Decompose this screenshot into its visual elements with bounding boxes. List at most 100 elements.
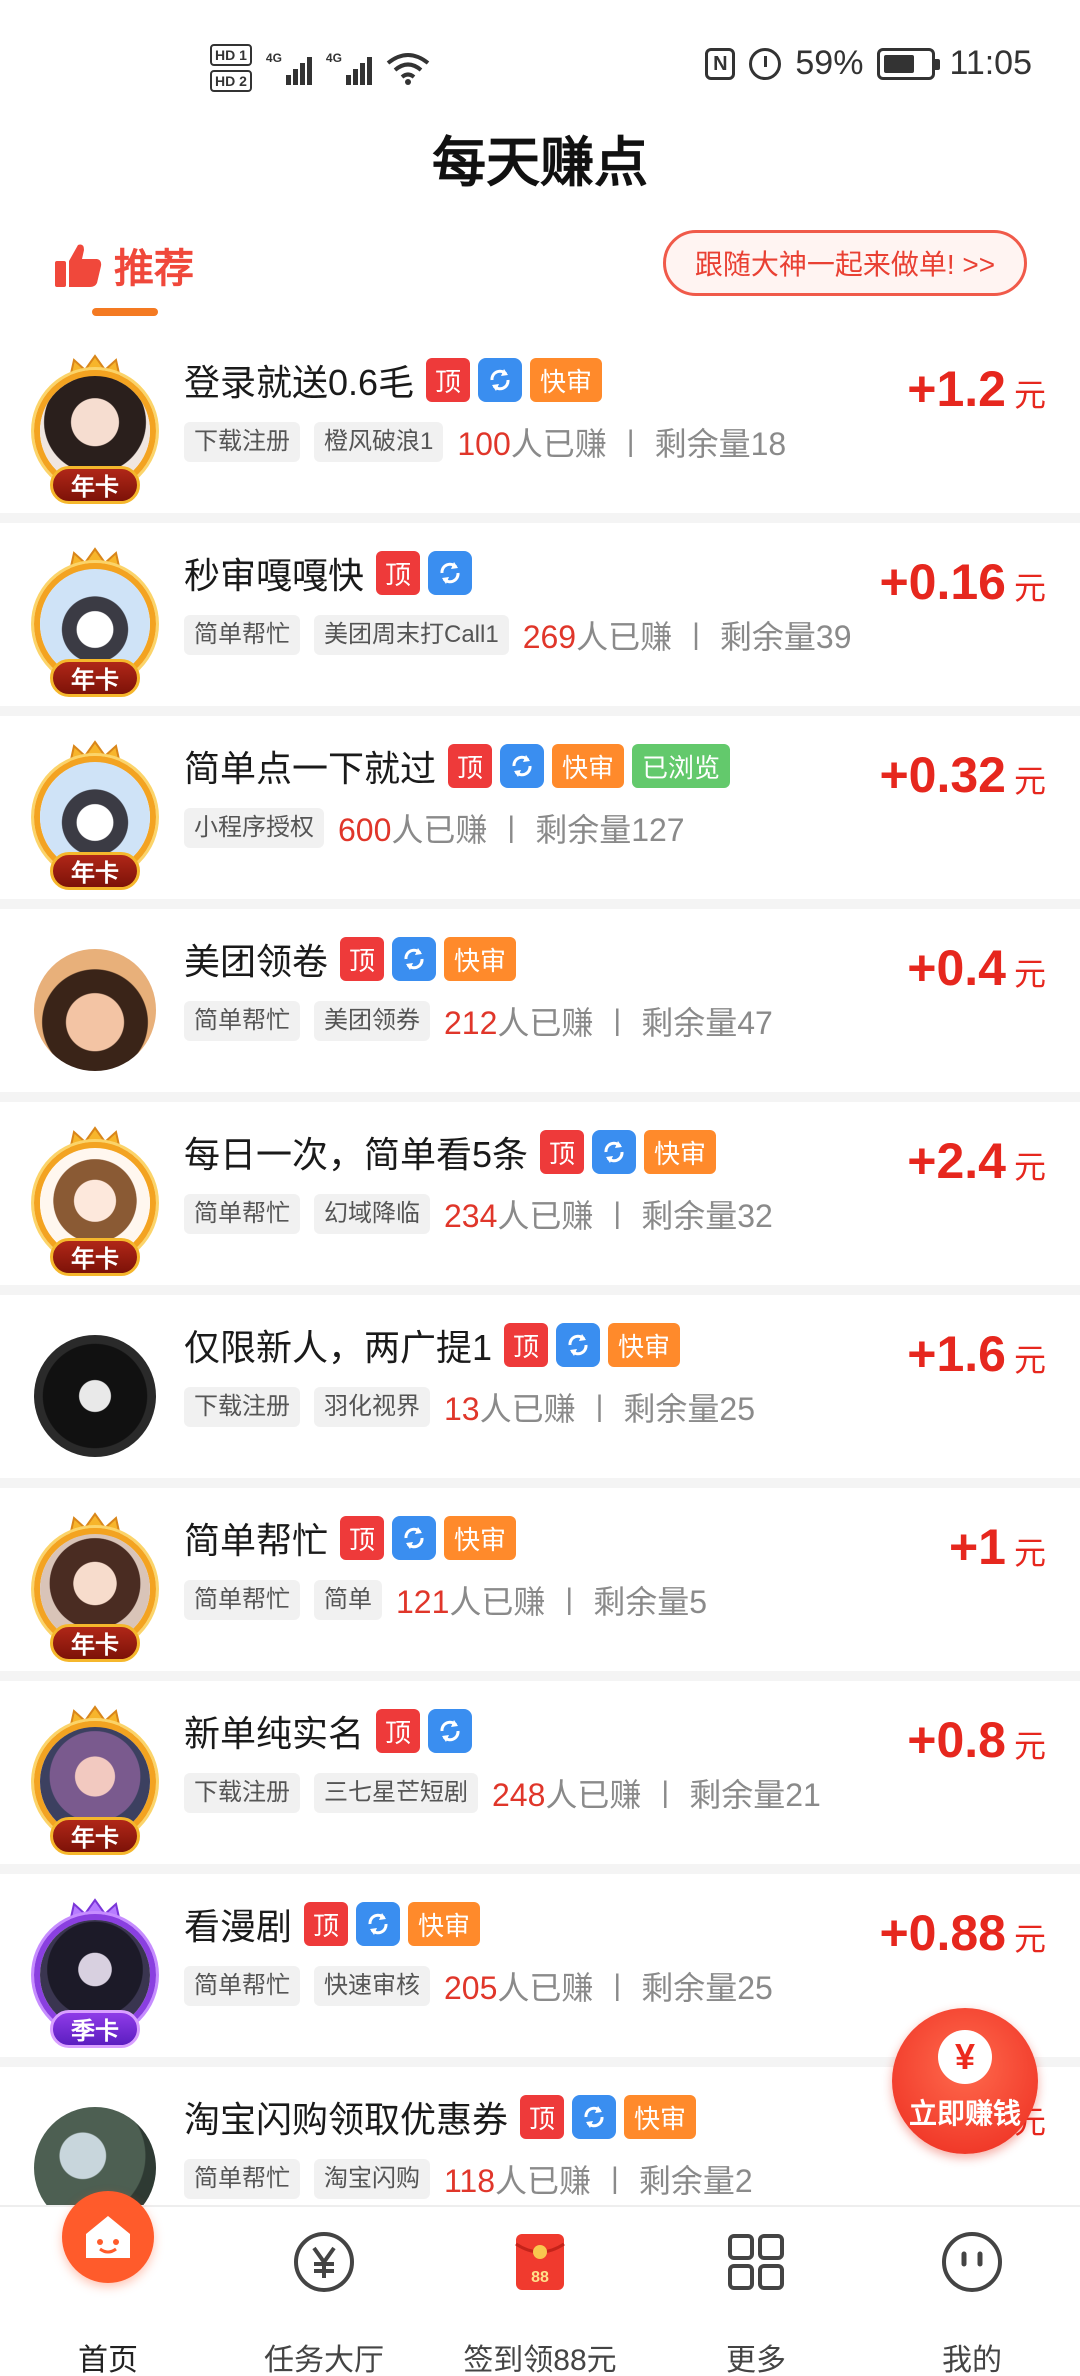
category-chip: 下载注册 [184,422,300,462]
hd2-badge: HD 2 [210,70,252,92]
divider: | [611,2162,619,2195]
task-title: 淘宝闪购领取优惠券 [184,2099,509,2140]
task-row[interactable]: 年卡 每日一次，简单看5条 顶 快审 简单帮忙 幻域降临 234人已赚 | 剩余… [0,1102,1080,1295]
fast-review-tag: 快审 [644,1130,717,1174]
sponsor-chip: 美团领券 [314,1001,430,1041]
top-tag: 顶 [376,551,421,595]
refresh-icon [478,358,523,402]
earned-count: 600人已赚 [338,812,488,848]
top-tag: 顶 [376,1709,421,1753]
sponsor-chip: 幻域降临 [314,1194,430,1234]
remaining-count: 剩余量32 [641,1198,773,1234]
top-tag: 顶 [540,1130,585,1174]
yen-coin-icon: ¥ [938,2030,992,2084]
divider: | [565,1583,574,1616]
category-chip: 简单帮忙 [184,2159,300,2199]
divider: | [507,811,516,844]
avatar [24,937,166,1087]
reward-amount: +0.88 元 [879,1905,1046,1961]
home-icon [62,2191,154,2283]
task-row[interactable]: 年卡 简单点一下就过 顶 快审 已浏览 小程序授权 600人已赚 | 剩余量12… [0,716,1080,909]
task-row[interactable]: 年卡 登录就送0.6毛 顶 快审 下载注册 橙风破浪1 100人已赚 | 剩余量… [0,330,1080,523]
battery-percent: 59% [795,44,864,82]
sponsor-chip: 美团周末打Call1 [314,615,509,655]
remaining-count: 剩余量25 [623,1391,756,1427]
top-tag: 顶 [520,2095,565,2139]
nav-profile[interactable]: 我的 [864,2207,1080,2376]
nav-checkin-label: 签到领88元 [463,2344,617,2376]
avatar: 季卡 [24,1898,166,2052]
page-title: 每天赚点 [432,133,648,193]
task-title: 新单纯实名 [184,1713,365,1754]
refresh-icon [392,1516,437,1560]
task-row[interactable]: 年卡 简单帮忙 顶 快审 简单帮忙 简单 121人已赚 | 剩余量5 +1 元 [0,1488,1080,1681]
nav-checkin[interactable]: 88 签到领88元 [432,2207,648,2376]
task-row[interactable]: 仅限新人，两广提1 顶 快审 下载注册 羽化视界 13人已赚 | 剩余量25 +… [0,1295,1080,1488]
top-tag: 顶 [504,1323,549,1367]
membership-badge: 年卡 [50,1238,140,1276]
yen-coin-icon [289,2227,359,2297]
avatar: 年卡 [24,547,166,701]
fast-review-tag: 快审 [408,1902,481,1946]
nav-task-hall[interactable]: 任务大厅 [216,2207,432,2376]
membership-badge: 年卡 [50,659,140,697]
refresh-icon [572,2095,617,2139]
remaining-count: 剩余量47 [641,1005,773,1041]
red-envelope-icon: 88 [505,2227,575,2297]
membership-badge: 季卡 [50,2010,140,2048]
fast-review-tag: 快审 [530,358,603,402]
divider: | [692,618,700,651]
task-title: 美团领卷 [184,941,329,982]
top-tag: 顶 [304,1902,349,1946]
alarm-icon [749,47,782,80]
task-row[interactable]: 年卡 秒审嘎嘎快 顶 简单帮忙 美团周末打Call1 269人已赚 | 剩余量3… [0,523,1080,716]
remaining-count: 剩余量39 [719,619,852,655]
divider: | [595,1390,604,1423]
tab-recommend[interactable]: 推荐 [54,236,194,294]
refresh-icon [428,1709,473,1753]
category-chip: 下载注册 [184,1387,300,1427]
category-chip: 小程序授权 [184,808,324,848]
remaining-count: 剩余量2 [638,2163,753,2199]
category-chip: 下载注册 [184,1773,300,1813]
divider: | [661,1776,670,1809]
category-chip: 简单帮忙 [184,1194,300,1234]
divider: | [626,425,635,458]
refresh-icon [592,1130,637,1174]
clock: 11:05 [949,44,1032,82]
avatar: 年卡 [24,1705,166,1859]
avatar [24,1323,166,1473]
task-row[interactable]: 美团领卷 顶 快审 简单帮忙 美团领券 212人已赚 | 剩余量47 +0.4 元 [0,909,1080,1102]
tab-recommend-label: 推荐 [114,247,194,291]
remaining-count: 剩余量5 [593,1584,708,1620]
tab-active-indicator [92,308,158,316]
membership-badge: 年卡 [50,852,140,890]
nav-home[interactable]: 首页 [0,2191,216,2376]
top-tag: 顶 [448,744,493,788]
network-indicators: HD 1 HD 2 4G 4G [210,38,430,98]
svg-text:88: 88 [531,2269,549,2286]
signal-1-icon: 4G [266,51,312,85]
sponsor-chip: 羽化视界 [314,1387,430,1427]
task-title: 秒审嘎嘎快 [184,555,365,596]
sponsor-chip: 简单 [314,1580,382,1620]
earn-now-button[interactable]: ¥ 立即赚钱 [892,2008,1038,2154]
viewed-tag: 已浏览 [632,744,731,788]
category-chip: 简单帮忙 [184,1580,300,1620]
sponsor-chip: 淘宝闪购 [314,2159,430,2199]
remaining-count: 剩余量127 [535,812,685,848]
nav-more[interactable]: 更多 [648,2207,864,2376]
follow-master-button[interactable]: 跟随大神一起来做单! >> [663,230,1027,296]
earned-count: 234人已赚 [444,1198,594,1234]
thumbs-up-icon [55,244,102,287]
earned-count: 100人已赚 [457,426,607,462]
nav-profile-label: 我的 [942,2344,1002,2376]
reward-amount: +2.4 元 [907,1133,1046,1189]
earned-count: 205人已赚 [444,1970,594,2006]
reward-amount: +0.32 元 [879,747,1046,803]
fast-review-tag: 快审 [552,744,625,788]
nav-more-label: 更多 [726,2344,786,2376]
task-row[interactable]: 年卡 新单纯实名 顶 下载注册 三七星芒短剧 248人已赚 | 剩余量21 +0… [0,1681,1080,1874]
top-tag: 顶 [340,937,385,981]
refresh-icon [500,744,545,788]
